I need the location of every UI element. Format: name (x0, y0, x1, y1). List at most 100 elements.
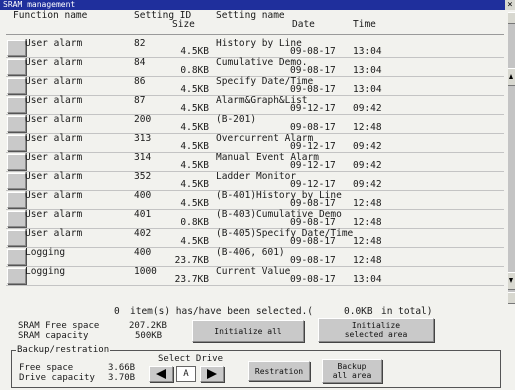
cell-function-name: Logging (25, 247, 66, 258)
cell-time: 13:04 (353, 46, 382, 57)
cell-time: 13:04 (353, 65, 382, 76)
cell-setting-id: 352 (134, 171, 152, 182)
row-select-button[interactable] (7, 135, 26, 151)
row-select-button[interactable] (7, 268, 26, 284)
window-titlebar: SRAM management × (0, 0, 515, 10)
cell-setting-id: 313 (134, 133, 152, 144)
cell-setting-id: 200 (134, 114, 152, 125)
sram-capacity-value: 500KB (135, 331, 163, 341)
backup-group-label: Backup/restration (16, 345, 111, 355)
cell-size: 23.7KB (174, 255, 209, 266)
cell-setting-name: (B-201) (216, 114, 257, 125)
cell-date: 09-12-17 (290, 179, 336, 190)
cell-function-name: User alarm (25, 228, 83, 239)
row-select-button[interactable] (7, 78, 26, 94)
header-time: Time (353, 19, 376, 30)
row-select-button[interactable] (7, 211, 26, 227)
cell-time: 09:42 (353, 141, 382, 152)
cell-date: 09-08-17 (290, 122, 336, 133)
restration-button[interactable]: Restration (248, 361, 310, 381)
table-row[interactable]: User alarm 84 0.8KB Cumulative Demo. 09-… (6, 57, 504, 77)
cell-function-name: User alarm (25, 209, 83, 220)
cell-time: 12:48 (353, 255, 382, 266)
cell-setting-name: Ladder Monitor (216, 171, 297, 182)
cell-size: 4.5KB (180, 160, 209, 171)
cell-date: 09-08-17 (290, 198, 336, 209)
backup-capacity-value: 3.70B (108, 373, 136, 383)
backup-capacity-label: Drive capacity (19, 373, 95, 383)
cell-size: 23.7KB (174, 274, 209, 285)
cell-size: 0.8KB (180, 217, 209, 228)
row-select-button[interactable] (7, 173, 26, 189)
table-row[interactable]: User alarm 314 4.5KB Manual Event Alarm … (6, 152, 504, 172)
cell-setting-name: History by Line (216, 38, 302, 49)
selected-text: item(s) has/have been selected.( (130, 306, 314, 317)
row-select-button[interactable] (7, 116, 26, 132)
cell-setting-id: 82 (134, 38, 146, 49)
left-arrow-icon (156, 369, 166, 379)
drive-prev-button[interactable] (149, 366, 173, 382)
row-select-button[interactable] (7, 249, 26, 265)
table-row[interactable]: User alarm 200 4.5KB (B-201) 09-08-17 12… (6, 114, 504, 134)
cell-size: 4.5KB (180, 179, 209, 190)
backup-all-label-1: Backup (337, 362, 367, 371)
cell-time: 13:04 (353, 274, 382, 285)
scroll-page-down-button[interactable] (508, 292, 515, 304)
table-row[interactable]: User alarm 402 4.5KB (B-405)Specify Date… (6, 228, 504, 248)
row-select-button[interactable] (7, 40, 26, 56)
cell-size: 4.5KB (180, 236, 209, 247)
scroll-page-up-button[interactable] (508, 12, 515, 24)
cell-size: 4.5KB (180, 46, 209, 57)
sram-free-value: 207.2KB (129, 321, 167, 331)
table-row[interactable]: User alarm 313 4.5KB Overcurrent Alarm 0… (6, 133, 504, 153)
cell-date: 09-08-17 (290, 236, 336, 247)
cell-date: 09-12-17 (290, 160, 336, 171)
cell-setting-name: Current Value (216, 266, 291, 277)
table-row[interactable]: Logging 400 23.7KB (B-406, 601) 09-08-17… (6, 247, 504, 267)
selected-suffix: in total) (381, 306, 433, 317)
cell-function-name: User alarm (25, 76, 83, 87)
cell-setting-id: 401 (134, 209, 152, 220)
backup-restration-group: Backup/restration Free space Drive capac… (11, 345, 501, 388)
cell-setting-id: 84 (134, 57, 146, 68)
backup-all-area-button[interactable]: Backup all area (322, 359, 382, 383)
row-select-button[interactable] (7, 97, 26, 113)
cell-date: 09-08-17 (290, 46, 336, 57)
cell-function-name: Logging (25, 266, 66, 277)
cell-size: 4.5KB (180, 103, 209, 114)
cell-function-name: User alarm (25, 171, 83, 182)
table-row[interactable]: User alarm 82 4.5KB History by Line 09-0… (6, 38, 504, 58)
table-row[interactable]: User alarm 87 4.5KB Alarm&Graph&List 09-… (6, 95, 504, 115)
cell-time: 09:42 (353, 179, 382, 190)
table-header: Function name Setting ID Size Setting na… (0, 10, 505, 34)
row-select-button[interactable] (7, 230, 26, 246)
header-setting-name: Setting name (216, 10, 285, 21)
sram-data-table: User alarm 82 4.5KB History by Line 09-0… (6, 34, 504, 307)
drive-next-button[interactable] (200, 366, 224, 382)
cell-function-name: User alarm (25, 57, 83, 68)
initialize-all-label: Initialize all (214, 326, 282, 336)
cell-setting-id: 400 (134, 190, 152, 201)
row-select-button[interactable] (7, 192, 26, 208)
selected-size: 0.0KB (344, 306, 373, 317)
cell-size: 4.5KB (180, 122, 209, 133)
scroll-up-button[interactable] (508, 68, 515, 86)
table-row[interactable]: User alarm 401 0.8KB (B-403)Cumulative D… (6, 209, 504, 229)
cell-size: 4.5KB (180, 141, 209, 152)
table-row[interactable]: User alarm 400 4.5KB (B-401)History by L… (6, 190, 504, 210)
initialize-selected-area-button[interactable]: Initialize selected area (318, 318, 434, 342)
table-row[interactable]: User alarm 86 4.5KB Specify Date/Time 09… (6, 76, 504, 96)
cell-setting-id: 1000 (134, 266, 157, 277)
initialize-all-button[interactable]: Initialize all (192, 320, 304, 342)
table-row[interactable]: User alarm 352 4.5KB Ladder Monitor 09-1… (6, 171, 504, 191)
close-button[interactable]: × (505, 0, 515, 10)
row-select-button[interactable] (7, 154, 26, 170)
cell-date: 09-08-17 (290, 255, 336, 266)
vertical-scrollbar[interactable] (508, 12, 515, 304)
cell-setting-id: 402 (134, 228, 152, 239)
backup-free-label: Free space (19, 363, 74, 373)
table-row[interactable]: Logging 1000 23.7KB Current Value 09-08-… (6, 266, 504, 286)
row-select-button[interactable] (7, 59, 26, 75)
cell-time: 09:42 (353, 103, 382, 114)
scroll-down-button[interactable] (508, 272, 515, 290)
